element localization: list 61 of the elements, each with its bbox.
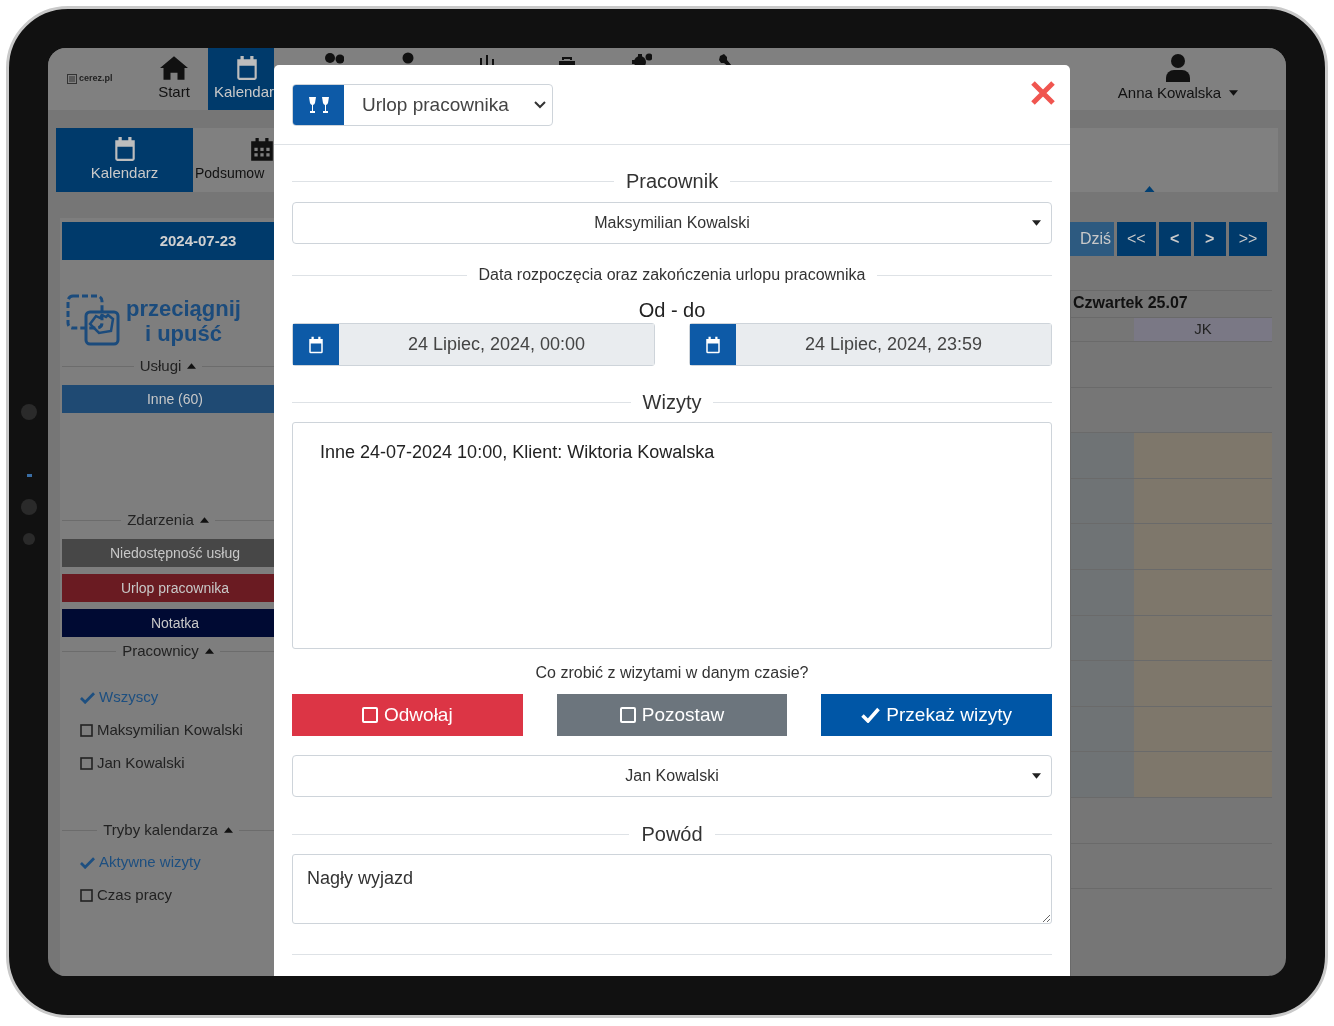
event-type-bar[interactable]: Niedostępność usług [62,539,274,567]
nav-tab[interactable]: Podsumow [193,128,274,192]
section-toggle[interactable]: Zdarzenia [121,508,215,532]
caret-icon [1229,90,1239,96]
section-title: Data rozpoczęcia oraz zakończenia urlopu pracownika [477,265,867,285]
day-header: Czwartek 25.07 [1072,293,1189,313]
nav-button[interactable]: << [1117,222,1156,256]
filter-checkbox[interactable]: Jan Kowalski [62,747,191,780]
transfer-button[interactable]: Przekaż wizyty [821,694,1052,736]
reason-field[interactable]: Nagły wyjazd [292,854,1052,924]
caret-icon [1144,186,1155,192]
nav-tab[interactable]: Kalendar [208,48,274,110]
filter-checkbox[interactable]: Maksymilian Kowalski [62,714,249,747]
section-toggle[interactable]: Usługi [133,354,203,378]
nav-button[interactable]: > [1193,222,1226,256]
nav-tab[interactable]: Kalendarz [56,128,193,192]
section-toggle[interactable]: Tryby kalendarza [97,818,239,842]
section-title: Wizyty [641,390,703,415]
logo-text: cerez.pl [79,72,113,86]
caret-icon [1032,220,1041,226]
section-toggle[interactable]: Pracownicy [116,639,220,663]
visit-entry: Inne 24-07-2024 10:00, Klient: Wiktoria Kowalska [320,441,716,464]
event-type-bar[interactable]: Urlop pracownika [62,574,274,602]
section-title: Pracownik [624,169,720,194]
keep-button[interactable]: Pozostaw [556,694,788,736]
check-icon [80,691,95,704]
user-menu[interactable]: Anna Kowalska [1070,48,1286,110]
checkbox-icon [80,757,93,770]
cancel-button[interactable]: Odwołaj [292,694,523,736]
section-title: Powód [640,822,704,847]
logo-icon [67,74,77,84]
drag-drop-icon [66,294,122,348]
users-icon[interactable] [324,52,344,65]
event-type-bar[interactable]: Inne (60) [62,385,274,413]
nav-button[interactable]: < [1158,222,1191,256]
home-icon [160,54,188,81]
calendar-grid-icon [249,136,274,163]
checkbox-icon [619,707,636,723]
chevron-down-icon [534,101,546,109]
checkbox-icon [80,889,93,902]
user-icon [1166,53,1190,82]
column-header: JK [1134,318,1272,341]
employee-select[interactable]: Jan Kowalski [292,755,1052,797]
filter-checkbox[interactable]: Czas pracy [62,879,179,912]
close-icon[interactable] [1030,80,1056,106]
calendar-icon [234,54,260,81]
checkbox-icon [80,724,93,737]
check-icon [80,856,95,869]
glasses-icon [306,95,331,115]
nav-button[interactable]: >> [1228,222,1268,256]
check-icon [861,707,881,723]
event-type-select[interactable]: Urlop pracownika [292,84,553,126]
employee-select[interactable]: Maksymilian Kowalski [292,202,1052,244]
checkbox-icon [362,707,378,723]
nav-tab[interactable]: Start [140,48,208,110]
question-text: Co zrobić z wizytami w danym czasie? [534,663,810,683]
date-bar: 2024-07-23 [62,222,274,260]
range-label: Od - do [637,298,707,321]
caret-icon [1032,773,1041,779]
event-type-bar[interactable]: Notatka [62,609,274,637]
drag-and-drop-label: przeciągnij i upuść [126,296,241,346]
